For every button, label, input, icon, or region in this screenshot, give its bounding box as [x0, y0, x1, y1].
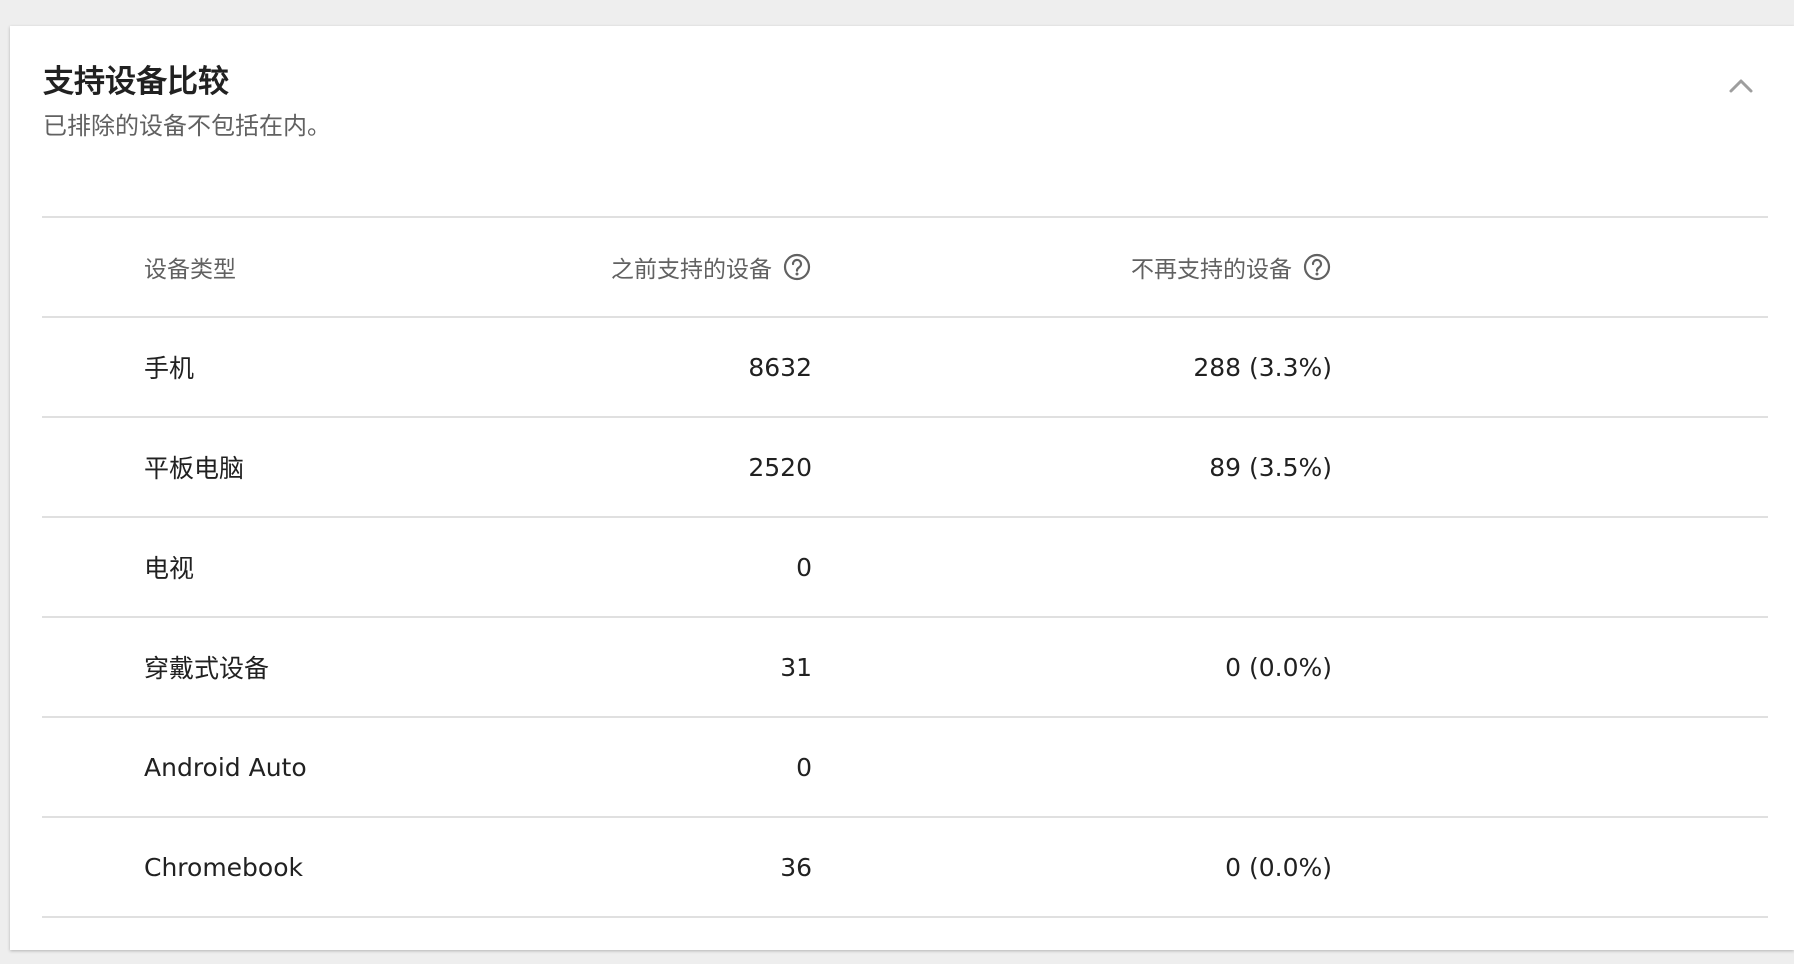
cell-no-longer-supported: 0 (0.0%): [1225, 652, 1332, 682]
header-no-longer-supported: 不再支持的设备: [942, 218, 1332, 316]
cell-device-type: 穿戴式设备: [144, 654, 270, 683]
device-comparison-card: 支持设备比较 已排除的设备不包括在内。 设备类型 之前支持的设备 不再支持的设备…: [10, 26, 1794, 950]
cell-device-type: 电视: [144, 554, 195, 583]
cell-device-type: 平板电脑: [144, 454, 245, 483]
cell-previously-supported: 31: [780, 652, 812, 682]
cell-previously-supported: 8632: [748, 352, 812, 382]
table-row: Android Auto 0: [42, 718, 1768, 818]
help-icon[interactable]: [782, 252, 812, 282]
device-comparison-table: 设备类型 之前支持的设备 不再支持的设备 手机 8632 288 (3.3%) …: [42, 216, 1768, 918]
table-row: 穿戴式设备 31 0 (0.0%): [42, 618, 1768, 718]
table-header-row: 设备类型 之前支持的设备 不再支持的设备: [42, 218, 1768, 318]
table-row: 平板电脑 2520 89 (3.5%): [42, 418, 1768, 518]
header-no-longer-supported-label: 不再支持的设备: [1131, 257, 1292, 283]
cell-no-longer-supported: [942, 518, 1332, 616]
card-title: 支持设备比较: [43, 64, 229, 100]
table-row: Chromebook 36 0 (0.0%): [42, 818, 1768, 918]
table-row: 电视 0: [42, 518, 1768, 618]
collapse-button[interactable]: [1717, 62, 1765, 110]
help-icon[interactable]: [1302, 252, 1332, 282]
cell-previously-supported: 0: [796, 752, 812, 782]
cell-no-longer-supported: [942, 718, 1332, 816]
cell-device-type: 手机: [144, 354, 195, 383]
cell-no-longer-supported: 288 (3.3%): [1193, 352, 1332, 382]
table-row: 手机 8632 288 (3.3%): [42, 318, 1768, 418]
cell-previously-supported: 2520: [748, 452, 812, 482]
cell-no-longer-supported: 0 (0.0%): [1225, 852, 1332, 882]
cell-previously-supported: 36: [780, 852, 812, 882]
cell-device-type: Android Auto: [144, 752, 307, 782]
cell-device-type: Chromebook: [144, 852, 303, 882]
header-device-type: 设备类型: [144, 257, 236, 283]
cell-previously-supported: 0: [796, 552, 812, 582]
card-subtitle: 已排除的设备不包括在内。: [43, 112, 331, 140]
chevron-up-icon: [1728, 78, 1754, 94]
cell-no-longer-supported: 89 (3.5%): [1209, 452, 1332, 482]
header-previously-supported-label: 之前支持的设备: [611, 257, 772, 283]
header-previously-supported: 之前支持的设备: [442, 218, 812, 316]
